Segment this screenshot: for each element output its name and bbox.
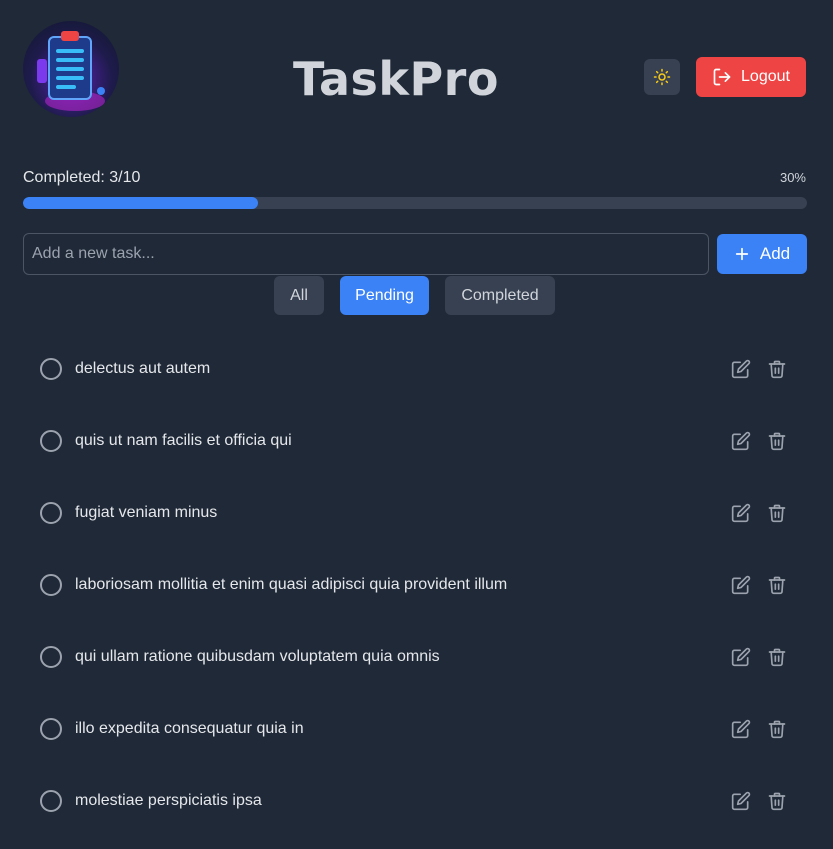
task-row: qui ullam ratione quibusdam voluptatem q… — [23, 621, 807, 693]
add-task-button[interactable]: Add — [717, 234, 807, 274]
task-text: molestiae perspiciatis ipsa — [75, 792, 262, 809]
task-checkbox[interactable] — [40, 430, 62, 452]
logout-icon — [713, 68, 731, 86]
edit-icon[interactable] — [731, 719, 751, 739]
task-text: quis ut nam facilis et officia qui — [75, 432, 292, 449]
sun-icon — [653, 68, 671, 86]
task-checkbox[interactable] — [40, 358, 62, 380]
trash-icon[interactable] — [767, 791, 787, 811]
filter-completed-button[interactable]: Completed — [445, 276, 555, 315]
trash-icon[interactable] — [767, 503, 787, 523]
logout-label: Logout — [741, 68, 790, 85]
task-list: delectus aut autem quis ut nam facilis et… — [23, 333, 807, 837]
task-checkbox[interactable] — [40, 718, 62, 740]
edit-icon[interactable] — [731, 359, 751, 379]
progress-bar — [23, 197, 807, 209]
trash-icon[interactable] — [767, 359, 787, 379]
theme-toggle-button[interactable] — [644, 59, 680, 95]
task-text: illo expedita consequatur quia in — [75, 720, 304, 737]
logout-button[interactable]: Logout — [696, 57, 806, 97]
filter-pending-button[interactable]: Pending — [340, 276, 429, 315]
new-task-input[interactable] — [23, 233, 709, 275]
add-task-label: Add — [759, 244, 791, 263]
task-checkbox[interactable] — [40, 646, 62, 668]
app-logo — [23, 21, 119, 117]
edit-icon[interactable] — [731, 575, 751, 595]
progress-percent: 30% — [779, 170, 806, 185]
task-row: molestiae perspiciatis ipsa — [23, 765, 807, 837]
task-text: laboriosam mollitia et enim quasi adipis… — [75, 576, 508, 593]
filter-all-button[interactable]: All — [274, 276, 324, 315]
trash-icon[interactable] — [767, 647, 787, 667]
progress-bar-fill — [23, 197, 259, 209]
clipboard-logo-icon — [37, 31, 105, 111]
task-text: qui ullam ratione quibusdam voluptatem q… — [75, 648, 440, 665]
task-row: fugiat veniam minus — [23, 477, 807, 549]
task-checkbox[interactable] — [40, 790, 62, 812]
trash-icon[interactable] — [767, 719, 787, 739]
trash-icon[interactable] — [767, 575, 787, 595]
edit-icon[interactable] — [731, 647, 751, 667]
task-row: quis ut nam facilis et officia qui — [23, 405, 807, 477]
edit-icon[interactable] — [731, 503, 751, 523]
trash-icon[interactable] — [767, 431, 787, 451]
plus-icon — [735, 247, 749, 261]
edit-icon[interactable] — [731, 431, 751, 451]
edit-icon[interactable] — [731, 791, 751, 811]
task-row: laboriosam mollitia et enim quasi adipis… — [23, 549, 807, 621]
task-text: delectus aut autem — [75, 360, 211, 377]
task-text: fugiat veniam minus — [75, 504, 218, 521]
page-title: TaskPro — [293, 52, 499, 106]
task-checkbox[interactable] — [40, 502, 62, 524]
task-row: illo expedita consequatur quia in — [23, 693, 807, 765]
progress-label: Completed: 3/10 — [23, 169, 141, 186]
app-root: TaskPro Logout Completed: 3/10 30% Add a… — [0, 0, 833, 849]
task-row: delectus aut autem — [23, 333, 807, 405]
task-checkbox[interactable] — [40, 574, 62, 596]
